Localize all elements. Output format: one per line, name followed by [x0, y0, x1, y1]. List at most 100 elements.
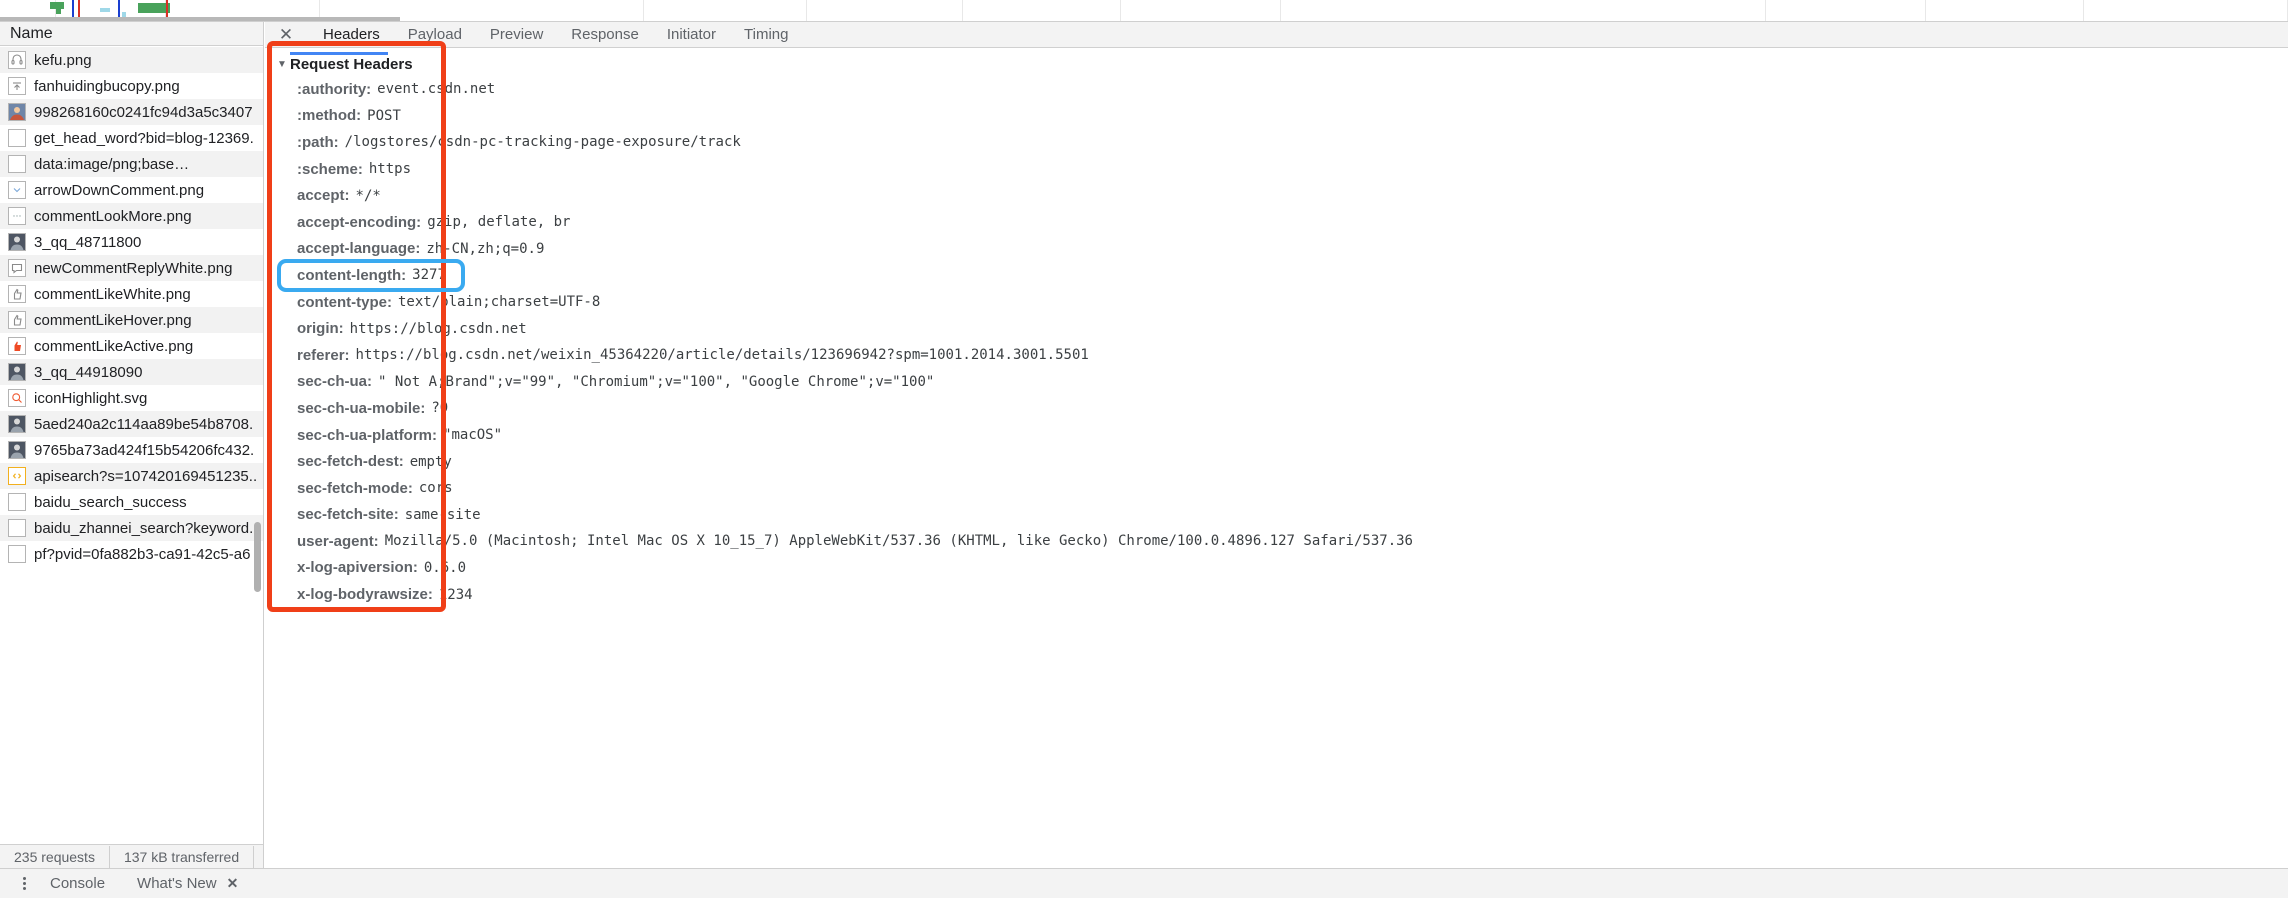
header-name: sec-fetch-mode:: [297, 479, 413, 497]
request-list[interactable]: kefu.png fanhuidingbucopy.png 998268160c02…: [0, 47, 263, 844]
network-overview-timeline[interactable]: [0, 0, 2288, 22]
header-row[interactable]: content-type: text/plain;charset=UTF-8: [265, 289, 2288, 316]
header-name: sec-ch-ua:: [297, 373, 373, 391]
drawer-tab-console[interactable]: Console: [34, 869, 121, 898]
tab-preview[interactable]: Preview: [476, 22, 557, 48]
document-icon: [8, 493, 26, 511]
request-list-item[interactable]: 998268160c0241fc94d3a5c3407: [0, 99, 263, 125]
header-value: zh-CN,zh;q=0.9: [426, 240, 545, 257]
overview-column: [1281, 0, 1766, 21]
request-name: iconHighlight.svg: [34, 389, 148, 407]
request-name: 5aed240a2c114aa89be54b8708.: [34, 415, 254, 433]
request-list-item[interactable]: kefu.png: [0, 47, 263, 73]
header-row[interactable]: x-log-bodyrawsize: 1234: [265, 581, 2288, 608]
section-underline: [290, 52, 388, 55]
request-name: commentLikeActive.png: [34, 337, 194, 355]
header-row[interactable]: :scheme: https: [265, 156, 2288, 183]
header-value: gzip, deflate, br: [427, 214, 571, 231]
dots-image-icon: [8, 207, 26, 225]
request-list-item[interactable]: baidu_search_success: [0, 489, 263, 515]
header-name: accept-encoding:: [297, 213, 422, 231]
tab-timing[interactable]: Timing: [730, 22, 802, 48]
request-list-item[interactable]: arrowDownComment.png: [0, 177, 263, 203]
magnifier-svg-icon: [8, 389, 26, 407]
overview-column: [1766, 0, 1926, 21]
chevron-down-icon[interactable]: ▼: [277, 59, 290, 70]
header-row[interactable]: sec-fetch-dest: empty: [265, 448, 2288, 475]
request-name: commentLookMore.png: [34, 207, 192, 225]
request-list-item[interactable]: baidu_zhannei_search?keyword..: [0, 515, 263, 541]
overview-horizontal-scrollbar[interactable]: [0, 17, 400, 21]
header-name: accept:: [297, 187, 350, 205]
request-list-item[interactable]: fanhuidingbucopy.png: [0, 73, 263, 99]
header-row[interactable]: accept-encoding: gzip, deflate, br: [265, 209, 2288, 236]
header-name: content-type:: [297, 293, 392, 311]
header-name: accept-language:: [297, 240, 421, 258]
header-row[interactable]: sec-ch-ua-platform: "macOS": [265, 422, 2288, 449]
header-name: content-length:: [297, 266, 407, 284]
request-list-item[interactable]: data:image/png;base…: [0, 151, 263, 177]
header-row[interactable]: sec-fetch-mode: cors: [265, 475, 2288, 502]
request-list-item[interactable]: get_head_word?bid=blog-12369.: [0, 125, 263, 151]
header-name: sec-fetch-dest:: [297, 453, 404, 471]
request-list-column-header[interactable]: Name: [0, 22, 263, 46]
request-headers-section-title[interactable]: ▼ Request Headers: [265, 52, 2288, 76]
request-list-item[interactable]: commentLikeHover.png: [0, 307, 263, 333]
header-row[interactable]: sec-ch-ua-mobile: ?0: [265, 395, 2288, 422]
header-value: empty: [409, 453, 452, 470]
document-icon: [8, 545, 26, 563]
overview-tick: [100, 8, 110, 12]
drawer-close-icon[interactable]: ✕: [227, 875, 239, 892]
request-list-item[interactable]: newCommentReplyWhite.png: [0, 255, 263, 281]
request-list-item[interactable]: pf?pvid=0fa882b3-ca91-42c5-a6: [0, 541, 263, 567]
drawer-tab-whats-new[interactable]: What's New: [121, 869, 233, 898]
header-row[interactable]: referer: https://blog.csdn.net/weixin_453…: [265, 342, 2288, 369]
header-row[interactable]: sec-fetch-site: same-site: [265, 502, 2288, 529]
avatar-thumbnail-icon: [8, 233, 26, 251]
request-list-footer: 235 requests 137 kB transferred: [0, 844, 263, 868]
column-header-name: Name: [10, 24, 53, 42]
header-value: ?0: [431, 400, 449, 417]
thumb-up-image-icon: [8, 285, 26, 303]
header-row[interactable]: :authority: event.csdn.net: [265, 76, 2288, 103]
header-name: x-log-apiversion:: [297, 559, 418, 577]
close-details-icon[interactable]: ✕: [275, 24, 297, 46]
header-row[interactable]: x-log-apiversion: 0.6.0: [265, 555, 2288, 582]
overview-request-bar: [50, 2, 64, 9]
request-details-panel: ✕ Headers Payload Preview Response Initiator…: [265, 22, 2288, 868]
requests-count: 235 requests: [0, 845, 110, 868]
header-row[interactable]: :method: POST: [265, 103, 2288, 130]
header-row[interactable]: origin: https://blog.csdn.net: [265, 315, 2288, 342]
request-name: 3_qq_48711800: [34, 233, 142, 251]
tab-headers[interactable]: Headers: [309, 22, 394, 48]
script-icon: [8, 467, 26, 485]
headset-image-icon: [8, 51, 26, 69]
header-row[interactable]: sec-ch-ua: " Not A;Brand";v="99", "Chromi…: [265, 369, 2288, 396]
header-value: " Not A;Brand";v="99", "Chromium";v="100…: [378, 373, 935, 390]
more-options-icon[interactable]: [14, 877, 34, 890]
overview-column: [1926, 0, 2084, 21]
request-list-item[interactable]: commentLookMore.png: [0, 203, 263, 229]
header-value: 1234: [438, 586, 473, 603]
request-list-item[interactable]: 3_qq_48711800: [0, 229, 263, 255]
request-list-item[interactable]: 9765ba73ad424f15b54206fc432.: [0, 437, 263, 463]
request-list-scrollbar[interactable]: [254, 522, 261, 592]
header-row[interactable]: accept: */*: [265, 182, 2288, 209]
request-list-item[interactable]: iconHighlight.svg: [0, 385, 263, 411]
tab-payload[interactable]: Payload: [394, 22, 476, 48]
header-row[interactable]: user-agent: Mozilla/5.0 (Macintosh; Intel…: [265, 528, 2288, 555]
request-list-item[interactable]: commentLikeActive.png: [0, 333, 263, 359]
header-row[interactable]: content-length: 3277: [265, 262, 2288, 289]
header-row[interactable]: :path: /logstores/csdn-pc-tracking-page-e…: [265, 129, 2288, 156]
request-list-item[interactable]: 5aed240a2c114aa89be54b8708.: [0, 411, 263, 437]
request-list-item[interactable]: commentLikeWhite.png: [0, 281, 263, 307]
request-name: kefu.png: [34, 51, 92, 69]
request-list-item[interactable]: 3_qq_44918090: [0, 359, 263, 385]
photo-thumbnail-icon: [8, 103, 26, 121]
request-name: 998268160c0241fc94d3a5c3407: [34, 103, 253, 121]
tab-response[interactable]: Response: [557, 22, 653, 48]
tab-initiator[interactable]: Initiator: [653, 22, 730, 48]
devtools-network-panel: Name kefu.png fanhuidingbucopy.png 9982681…: [0, 0, 2288, 898]
header-row[interactable]: accept-language: zh-CN,zh;q=0.9: [265, 236, 2288, 263]
request-list-item[interactable]: apisearch?s=107420169451235..: [0, 463, 263, 489]
